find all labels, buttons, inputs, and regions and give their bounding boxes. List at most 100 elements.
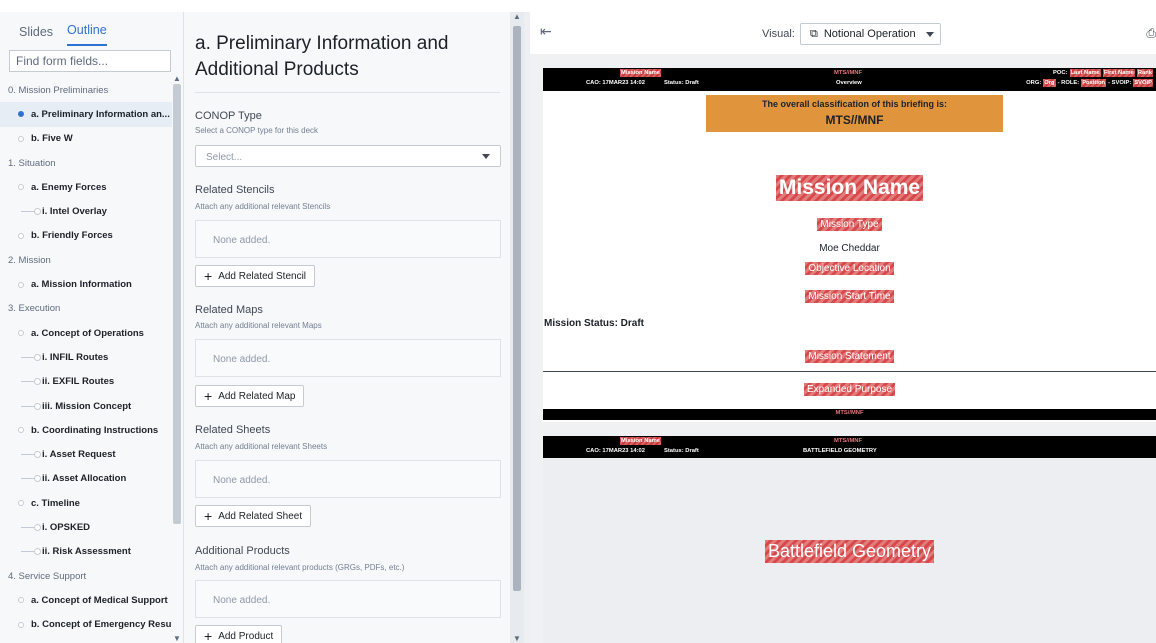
outline-section[interactable]: 3. Execution (0, 297, 172, 321)
additional-products-help: Attach any additional relevant products … (195, 563, 405, 572)
add-related-stencil-label: Add Related Stencil (218, 270, 307, 282)
tree-branch-icon (21, 402, 41, 410)
outline-item[interactable]: a. Concept of Medical Support (0, 588, 172, 612)
add-product-button[interactable]: + Add Product (195, 625, 283, 643)
header-poc: POC: Last Name First Name Rank (1053, 69, 1153, 77)
mission-name-title: Mission Name (775, 175, 924, 201)
outline-item[interactable]: b. Five W (0, 127, 172, 151)
conop-type-select[interactable]: Select... (195, 145, 501, 167)
scroll-up-icon[interactable]: ▲ (512, 12, 522, 21)
related-maps-empty: None added. (195, 339, 501, 377)
outline-scrollbar[interactable]: ▲ ▼ (172, 74, 182, 643)
outline-section[interactable]: 4. Service Support (0, 564, 172, 588)
header2-cao: CAO: 17MAR23 14:02 (586, 448, 645, 454)
outline-item[interactable]: i. Asset Request (0, 442, 172, 466)
bullet-icon (18, 597, 24, 604)
objective-location-row: Objective Location (543, 258, 1156, 276)
outline-section[interactable]: 1. Situation (0, 151, 172, 175)
scroll-down-icon[interactable]: ▼ (172, 634, 182, 643)
outline-item[interactable]: a. Preliminary Information an... (0, 102, 172, 127)
sidebar-tabs: Slides Outline (0, 12, 183, 46)
related-sheets-empty: None added. (195, 460, 501, 498)
outline-item[interactable]: a. Mission Information (0, 272, 172, 296)
outline-tree: 0. Mission Preliminaries a. Preliminary I… (0, 78, 172, 643)
tab-outline[interactable]: Outline (67, 23, 107, 46)
outline-item[interactable]: ii. Asset Allocation (0, 467, 172, 491)
header-status: Status: Draft (664, 80, 699, 86)
add-related-map-button[interactable]: + Add Related Map (195, 385, 305, 407)
scroll-up-icon[interactable]: ▲ (172, 74, 182, 83)
outline-item-label: 0. Mission Preliminaries (8, 84, 109, 96)
add-related-sheet-button[interactable]: + Add Related Sheet (195, 505, 312, 527)
outline-item[interactable]: b. Coordinating Instructions (0, 418, 172, 442)
header2-mission-name: Mission Name (620, 437, 661, 445)
outline-item[interactable]: ii. Risk Assessment (0, 540, 172, 564)
tree-branch-icon (21, 523, 41, 531)
header2-page-name: BATTLEFIELD GEOMETRY (803, 448, 877, 454)
slide-header: Mission Name CAO: 17MAR23 14:02 Status: … (543, 68, 1156, 91)
slide2-header: Mission Name CAO: 17MAR23 14:02 Status: … (543, 436, 1156, 458)
outline-item[interactable]: a. Concept of Operations (0, 321, 172, 345)
related-stencils-empty: None added. (195, 220, 501, 258)
tab-slides[interactable]: Slides (19, 25, 53, 46)
role-prefix: - ROLE: (1057, 80, 1080, 86)
outline-item[interactable]: b. Friendly Forces (0, 224, 172, 248)
outline-item-label: a. Concept of Operations (31, 327, 144, 339)
mission-status: Mission Status: Draft (544, 318, 645, 329)
tree-branch-icon (21, 475, 41, 483)
visual-select-value: Notional Operation (823, 28, 916, 40)
outline-item-label: c. Timeline (31, 497, 80, 509)
tree-branch-icon (21, 208, 41, 216)
outline-item[interactable]: ii. EXFIL Routes (0, 370, 172, 394)
outline-item[interactable]: a. Enemy Forces (0, 175, 172, 199)
outline-scroll-thumb[interactable] (173, 84, 181, 524)
find-form-fields-input[interactable] (9, 50, 171, 72)
collapse-panel-icon[interactable]: ⇤ (540, 23, 552, 40)
outline-item-label: a. Preliminary Information an... (31, 108, 170, 120)
outline-item-label: ii. Risk Assessment (42, 546, 131, 558)
conop-type-help: Select a CONOP type for this deck (195, 126, 319, 135)
print-icon[interactable]: ⎙ (1146, 26, 1156, 41)
outline-item-label: i. OPSKED (42, 521, 91, 533)
chevron-down-icon (482, 154, 490, 159)
add-related-stencil-button[interactable]: + Add Related Stencil (195, 265, 316, 287)
visual-icon: ⧉ (810, 27, 818, 40)
outline-item-label: 2. Mission (8, 254, 51, 266)
poc-prefix: POC: (1053, 70, 1068, 76)
plus-icon: + (204, 508, 213, 524)
related-stencils-help: Attach any additional relevant Stencils (195, 202, 331, 211)
org-prefix: ORG: (1026, 80, 1042, 86)
header2-status: Status: Draft (664, 448, 699, 454)
bullet-icon (18, 427, 24, 434)
visual-select[interactable]: ⧉ Notional Operation (800, 23, 941, 45)
outline-item-label: i. Asset Request (42, 449, 116, 461)
classification-banner-line2: MTS//MNF (825, 113, 884, 127)
outline-item[interactable]: c. Medical HLZ (0, 637, 172, 643)
outline-section[interactable]: 0. Mission Preliminaries (0, 78, 172, 102)
form-scroll-thumb[interactable] (513, 26, 521, 591)
bullet-icon (18, 111, 24, 118)
outline-section[interactable]: 2. Mission (0, 248, 172, 272)
outline-item[interactable]: iii. Mission Concept (0, 394, 172, 418)
bullet-icon (18, 330, 24, 337)
slide-preview: Mission Name CAO: 17MAR23 14:02 Status: … (530, 54, 1156, 643)
battlefield-geometry-row: Battlefield Geometry (543, 540, 1156, 563)
outline-item[interactable]: i. INFIL Routes (0, 345, 172, 369)
app-window: Slides Outline 0. Mission Preliminaries a… (0, 0, 1156, 643)
form-scrollbar[interactable]: ▲ ▼ (510, 12, 524, 643)
expanded-purpose-row: Expanded Purpose (543, 379, 1156, 397)
bullet-icon (18, 621, 24, 628)
outline-item[interactable]: i. OPSKED (0, 515, 172, 539)
title-divider (195, 92, 500, 93)
mission-type-row: Mission Type (543, 214, 1156, 232)
preview-toolbar: ⇤ Visual: ⧉ Notional Operation ⎙ (530, 12, 1156, 54)
outline-item[interactable]: b. Concept of Emergency Resu... (0, 613, 172, 637)
outline-item-label: ii. EXFIL Routes (42, 376, 115, 388)
scroll-down-icon[interactable]: ▼ (512, 634, 522, 643)
tree-branch-icon (21, 353, 41, 361)
related-maps-help: Attach any additional relevant Maps (195, 321, 322, 330)
mission-type: Mission Type (817, 218, 882, 231)
outline-item[interactable]: i. Intel Overlay (0, 199, 172, 223)
outline-item[interactable]: c. Timeline (0, 491, 172, 515)
conop-type-placeholder: Select... (206, 152, 243, 163)
